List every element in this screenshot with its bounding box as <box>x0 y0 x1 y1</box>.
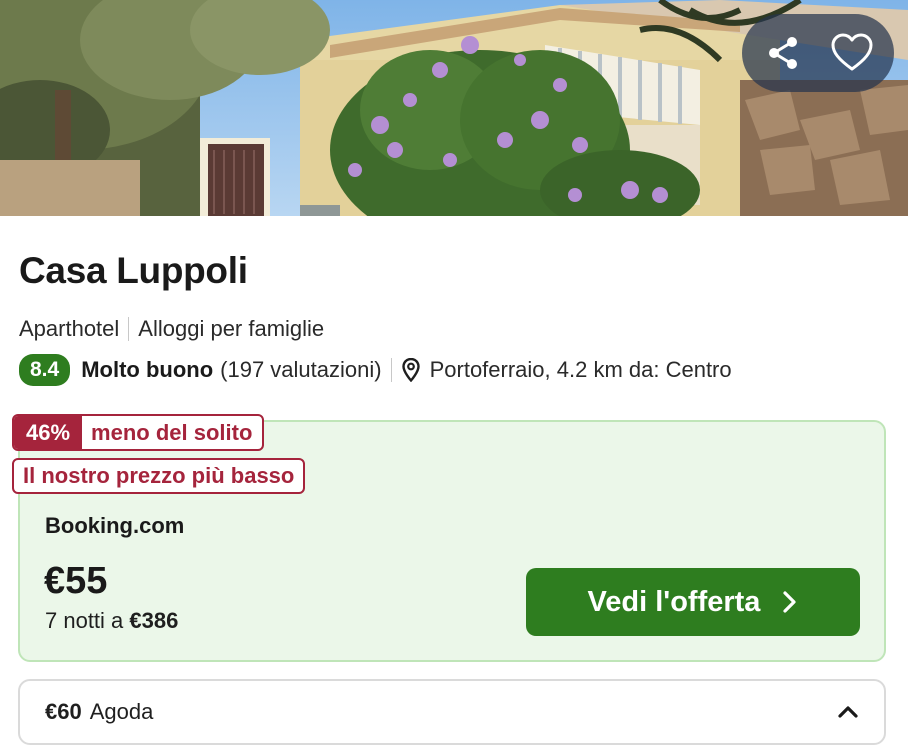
hotel-name[interactable]: Casa Luppoli <box>19 250 248 292</box>
hotel-meta: Aparthotel Alloggi per famiglie <box>19 316 324 342</box>
hotel-location[interactable]: Portoferraio, 4.2 km da: Centro <box>430 357 732 383</box>
alternative-provider: Agoda <box>89 699 154 724</box>
rating-row: 8.4 Molto buono (197 valutazioni) Portof… <box>19 354 732 386</box>
alternative-offer-row[interactable]: €60 Agoda <box>18 679 886 745</box>
rating-label: Molto buono <box>81 357 214 382</box>
chevron-right-icon <box>782 590 798 614</box>
hotel-photo[interactable] <box>0 0 908 216</box>
location-pin-icon <box>401 358 420 382</box>
offer-total: 7 notti a €386 <box>45 608 178 634</box>
rating-score-badge: 8.4 <box>19 354 71 386</box>
discount-percent: 46% <box>14 416 83 449</box>
hotel-type: Aparthotel <box>19 316 120 341</box>
discount-text: meno del solito <box>91 419 253 445</box>
hero-actions <box>742 14 894 92</box>
share-button[interactable] <box>756 25 812 81</box>
offer-price: €55 <box>44 560 108 602</box>
offer-provider: Booking.com <box>45 513 185 538</box>
heart-icon <box>831 33 873 71</box>
chevron-up-icon[interactable] <box>837 705 859 719</box>
view-offer-label: Vedi l'offerta <box>587 585 761 618</box>
divider <box>128 317 130 341</box>
rating-count[interactable]: (197 valutazioni) <box>220 357 381 383</box>
alternative-price: €60 <box>45 699 82 724</box>
favorite-button[interactable] <box>824 25 880 81</box>
view-offer-button[interactable]: Vedi l'offerta <box>526 568 860 636</box>
offer-total-prefix: 7 notti a <box>45 608 124 633</box>
lowest-price-badge: Il nostro prezzo più basso <box>12 458 306 494</box>
divider <box>390 358 392 382</box>
share-icon <box>769 37 797 69</box>
hotel-category: Alloggi per famiglie <box>138 316 325 341</box>
discount-badge: 46% meno del solito <box>12 414 265 451</box>
offer-total-price: €386 <box>129 608 179 633</box>
